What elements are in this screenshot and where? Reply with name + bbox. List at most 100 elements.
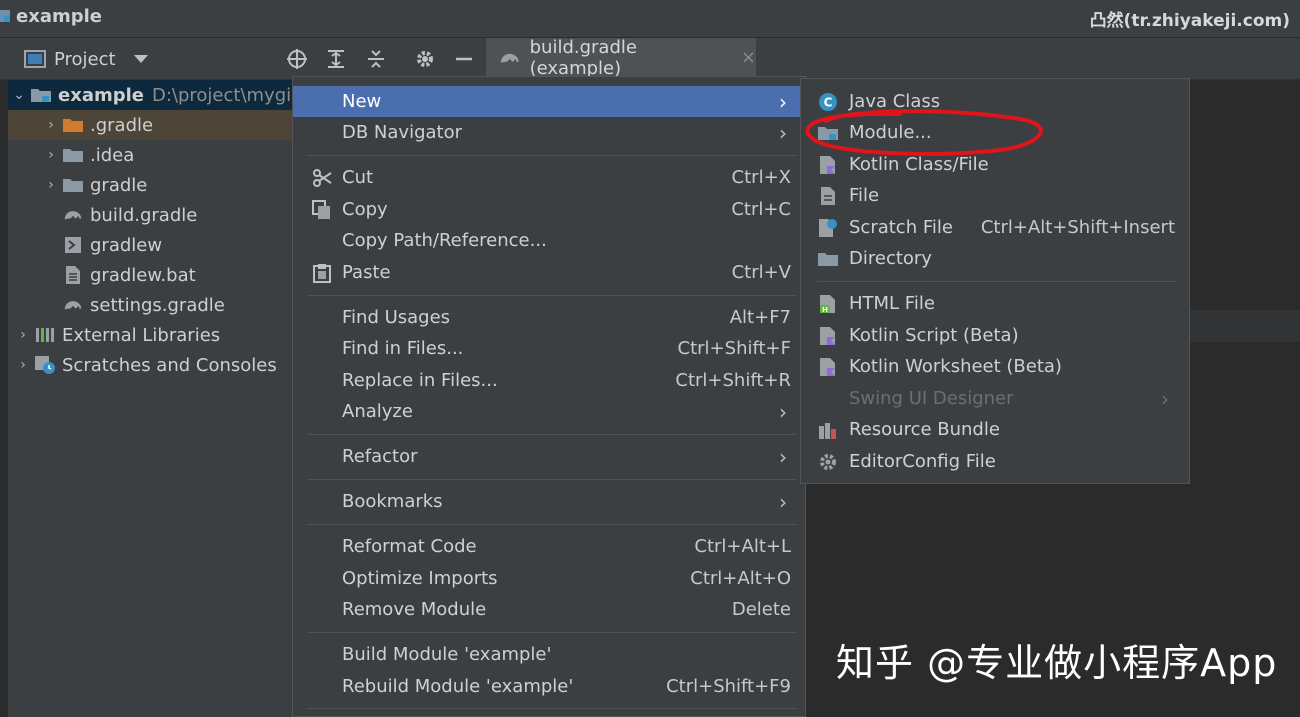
hide-panel-icon[interactable]	[453, 48, 475, 70]
tree-item-idea[interactable]: › .idea	[8, 140, 292, 170]
submenu-item-label: Directory	[849, 248, 932, 269]
tree-item-label: gradle	[90, 174, 148, 196]
menu-item-db-navigator[interactable]: DB Navigator ›	[293, 117, 805, 148]
submenu-item-html-file[interactable]: H HTML File	[801, 288, 1189, 319]
chevron-right-icon: ›	[1161, 386, 1169, 411]
tree-item-external-libraries[interactable]: › External Libraries	[8, 320, 292, 350]
tab-build-gradle[interactable]: build.gradle (example) ×	[486, 36, 756, 80]
kotlin-script-icon	[817, 325, 839, 347]
submenu-item-scratch-file[interactable]: Scratch File Ctrl+Alt+Shift+Insert	[801, 212, 1189, 243]
menu-item-build-module[interactable]: Build Module 'example'	[293, 639, 805, 670]
tree-item-gradlew-bat[interactable]: gradlew.bat	[8, 260, 292, 290]
menu-item-bookmarks[interactable]: Bookmarks ›	[293, 486, 805, 517]
watermark-top: 凸然(tr.zhiyakeji.com)	[1089, 11, 1290, 31]
menu-item-label: Build Module 'example'	[342, 644, 552, 665]
submenu-item-directory[interactable]: Directory	[801, 243, 1189, 274]
expand-all-icon[interactable]	[325, 48, 347, 70]
chevron-right-icon[interactable]: ›	[16, 327, 30, 343]
submenu-item-editorconfig-file[interactable]: EditorConfig File	[801, 446, 1189, 477]
menu-item-label: Copy Path/Reference...	[342, 230, 547, 251]
submenu-item-module[interactable]: Module...	[801, 117, 1189, 148]
locate-icon[interactable]	[286, 48, 308, 70]
menu-item-replace-in-files[interactable]: Replace in Files... Ctrl+Shift+R	[293, 365, 805, 396]
context-menu: New › DB Navigator › Cut Ctrl+X Copy Ctr…	[292, 76, 806, 717]
project-tree: ⌄ example D:\project\mygi › .gradle › .i…	[8, 80, 292, 717]
menu-item-rebuild-module[interactable]: Rebuild Module 'example' Ctrl+Shift+F9	[293, 671, 805, 702]
menu-item-copy-path[interactable]: Copy Path/Reference...	[293, 225, 805, 256]
menu-item-label: Reformat Code	[342, 536, 477, 557]
menu-item-shortcut: Delete	[731, 599, 791, 620]
module-icon	[817, 122, 839, 144]
menu-item-reformat-code[interactable]: Reformat Code Ctrl+Alt+L	[293, 531, 805, 562]
menu-item-shortcut: Alt+F7	[729, 307, 791, 328]
tree-root-example[interactable]: ⌄ example D:\project\mygi	[8, 80, 292, 110]
chevron-right-icon[interactable]: ›	[44, 117, 58, 133]
chevron-right-icon[interactable]: ›	[16, 357, 30, 373]
watermark-bottom: 知乎 @专业做小程序App	[836, 641, 1278, 685]
submenu-item-kotlin-class[interactable]: Kotlin Class/File	[801, 149, 1189, 180]
menu-item-analyze[interactable]: Analyze ›	[293, 396, 805, 427]
tree-item-label: gradlew.bat	[90, 264, 196, 286]
tree-item-gradle[interactable]: › gradle	[8, 170, 292, 200]
menu-item-find-in-files[interactable]: Find in Files... Ctrl+Shift+F	[293, 333, 805, 364]
gear-icon	[817, 451, 839, 473]
chevron-right-icon[interactable]: ›	[44, 147, 58, 163]
submenu-item-resource-bundle[interactable]: Resource Bundle	[801, 414, 1189, 445]
menu-separator	[307, 155, 797, 156]
submenu-item-label: File	[849, 185, 880, 206]
tab-label: build.gradle (example)	[529, 36, 637, 79]
menu-separator	[307, 295, 797, 296]
menu-item-paste[interactable]: Paste Ctrl+V	[293, 257, 805, 288]
folder-icon	[62, 146, 84, 164]
submenu-item-java-class[interactable]: C Java Class	[801, 86, 1189, 117]
submenu-item-label: Kotlin Class/File	[849, 154, 989, 175]
clipboard-icon	[311, 262, 333, 284]
close-icon[interactable]: ×	[741, 47, 756, 68]
menu-separator	[307, 479, 797, 480]
folder-icon	[817, 248, 839, 270]
tree-item-scratches[interactable]: › Scratches and Consoles	[8, 350, 292, 380]
submenu-item-kotlin-worksheet[interactable]: Kotlin Worksheet (Beta)	[801, 351, 1189, 382]
gradle-icon	[62, 206, 84, 224]
menu-item-find-usages[interactable]: Find Usages Alt+F7	[293, 302, 805, 333]
title-bar: example 凸然(tr.zhiyakeji.com)	[0, 0, 1300, 38]
chevron-down-icon[interactable]: ⌄	[12, 87, 26, 103]
tree-item-build-gradle[interactable]: build.gradle	[8, 200, 292, 230]
project-view-selector[interactable]: Project	[24, 47, 148, 71]
menu-item-label: Optimize Imports	[342, 568, 498, 589]
menu-item-label: Cut	[342, 167, 374, 188]
tree-item-label: .gradle	[90, 114, 154, 136]
submenu-item-kotlin-script[interactable]: Kotlin Script (Beta)	[801, 320, 1189, 351]
menu-item-copy[interactable]: Copy Ctrl+C	[293, 194, 805, 225]
submenu-item-label: Java Class	[849, 91, 941, 112]
chevron-right-icon: ›	[779, 89, 787, 114]
menu-item-new[interactable]: New ›	[293, 86, 805, 117]
java-class-icon: C	[817, 91, 839, 113]
menu-item-optimize-imports[interactable]: Optimize Imports Ctrl+Alt+O	[293, 563, 805, 594]
gear-icon[interactable]	[414, 48, 436, 70]
menu-item-label: Copy	[342, 199, 388, 220]
tree-item-label: settings.gradle	[90, 294, 225, 316]
submenu-item-file[interactable]: File	[801, 180, 1189, 211]
tree-item-gradlew[interactable]: gradlew	[8, 230, 292, 260]
scratch-file-icon	[817, 217, 839, 239]
scissors-icon	[311, 167, 333, 189]
scratches-icon	[34, 356, 56, 374]
kotlin-worksheet-icon	[817, 356, 839, 378]
menu-separator	[307, 524, 797, 525]
submenu-item-label: EditorConfig File	[849, 451, 996, 472]
app-icon	[0, 10, 10, 22]
submenu-item-label: Module...	[849, 122, 932, 143]
submenu-item-label: Kotlin Worksheet (Beta)	[849, 356, 1062, 377]
chevron-right-icon[interactable]: ›	[44, 177, 58, 193]
new-submenu: C Java Class Module... Kotlin Class/File…	[800, 78, 1190, 484]
menu-item-refactor[interactable]: Refactor ›	[293, 441, 805, 472]
collapse-all-icon[interactable]	[365, 48, 387, 70]
menu-separator	[307, 434, 797, 435]
menu-item-cut[interactable]: Cut Ctrl+X	[293, 162, 805, 193]
shell-script-icon	[62, 236, 84, 254]
menu-item-remove-module[interactable]: Remove Module Delete	[293, 594, 805, 625]
tree-item-settings-gradle[interactable]: settings.gradle	[8, 290, 292, 320]
menu-item-shortcut: Ctrl+Shift+F	[677, 338, 791, 359]
tree-item-gradle-cache[interactable]: › .gradle	[8, 110, 292, 140]
